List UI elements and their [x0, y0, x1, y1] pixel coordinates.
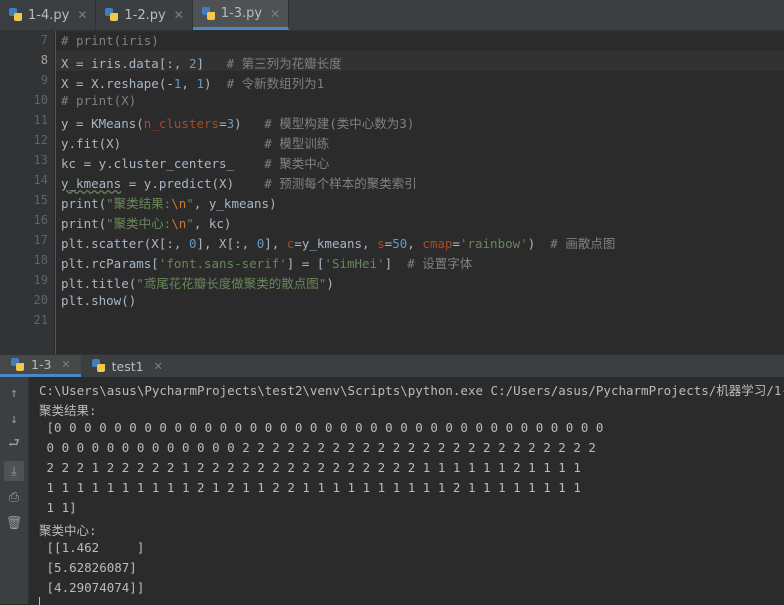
console-line: [5.62826087]: [39, 560, 137, 575]
line-number: 7: [40, 33, 48, 47]
line-number: 20: [33, 293, 48, 307]
console-line: [0 0 0 0 0 0 0 0 0 0 0 0 0 0 0 0 0 0 0 0…: [39, 420, 604, 435]
run-tab-1-3[interactable]: 1-3 ✕: [0, 355, 81, 377]
console-line: 聚类中心:: [39, 523, 97, 538]
line-number: 9: [40, 73, 48, 87]
run-tab-label: test1: [111, 358, 144, 374]
code-line[interactable]: kc = y.cluster_centers_ # 聚类中心: [61, 153, 329, 172]
code-line[interactable]: y.fit(X) # 模型训练: [61, 133, 329, 152]
code-line[interactable]: X = iris.data[:, 2] # 第三列为花瓣长度: [61, 53, 342, 72]
code-line[interactable]: print("聚类中心:\n", kc): [61, 213, 231, 232]
close-icon[interactable]: ✕: [154, 360, 163, 373]
run-side-toolbar: ↑ ↓ ⮐ ⤓ ⎙ 🗑: [0, 377, 29, 604]
line-number: 21: [33, 313, 48, 327]
editor-tab-bar: 1-4.py ✕ 1-2.py ✕ 1-3.py ✕: [0, 0, 784, 31]
console-line: 1 1]: [39, 500, 77, 515]
line-number: 19: [33, 273, 48, 287]
line-number: 13: [33, 153, 48, 167]
console-line: 聚类结果:: [39, 403, 97, 418]
code-line[interactable]: plt.show(): [61, 293, 136, 308]
line-number: 17: [33, 233, 48, 247]
line-number: 18: [33, 253, 48, 267]
code-line[interactable]: y_kmeans = y.predict(X) # 预测每个样本的聚类索引: [61, 173, 417, 192]
arrow-up-icon[interactable]: ↑: [4, 383, 24, 403]
close-icon[interactable]: ✕: [174, 8, 184, 22]
gutter-divider: [55, 31, 56, 355]
code-line[interactable]: X = X.reshape(-1, 1) # 令新数组列为1: [61, 73, 324, 92]
code-line[interactable]: plt.rcParams['font.sans-serif'] = ['SimH…: [61, 253, 472, 272]
close-icon[interactable]: ✕: [77, 8, 87, 22]
code-line[interactable]: y = KMeans(n_clusters=3) # 模型构建(类中心数为3): [61, 113, 414, 132]
console-line: C:\Users\asus\PycharmProjects\test2\venv…: [39, 383, 784, 398]
code-line[interactable]: plt.title("鸢尾花花瓣长度做聚类的散点图"): [61, 273, 334, 292]
trash-icon[interactable]: 🗑: [4, 513, 24, 533]
code-line[interactable]: # print(X): [61, 93, 136, 108]
python-file-icon: [8, 7, 24, 23]
arrow-down-icon[interactable]: ↓: [4, 409, 24, 429]
tab-label: 1-3.py: [220, 6, 263, 21]
line-number: 8: [40, 53, 48, 67]
close-icon[interactable]: ✕: [61, 358, 70, 371]
run-tab-label: 1-3: [31, 357, 52, 372]
run-console[interactable]: C:\Users\asus\PycharmProjects\test2\venv…: [29, 377, 784, 605]
run-tab-test1[interactable]: test1 ✕: [81, 355, 173, 377]
line-number: 10: [33, 93, 48, 107]
python-run-icon: [10, 357, 26, 373]
run-tab-bar: 1-3 ✕ test1 ✕: [0, 354, 784, 377]
tab-label: 1-2.py: [124, 7, 166, 23]
tab-label: 1-4.py: [28, 7, 70, 23]
console-line: 1 1 1 1 1 1 1 1 1 1 2 1 2 1 1 2 2 1 1 1 …: [39, 480, 581, 495]
python-file-icon: [201, 6, 217, 22]
code-editor[interactable]: 7 8 9 10 11 12 13 14 15 16 17 18 19 20 2…: [0, 31, 784, 355]
line-number: 11: [33, 113, 48, 127]
console-line: 2 2 2 1 2 2 2 2 2 1 2 2 2 2 2 2 2 2 2 2 …: [39, 460, 581, 475]
code-line[interactable]: print("聚类结果:\n", y_kmeans): [61, 193, 277, 212]
tab-1-3-py[interactable]: 1-3.py ✕: [192, 0, 290, 30]
scroll-to-end-icon[interactable]: ⤓: [4, 461, 24, 481]
line-number: 15: [33, 193, 48, 207]
line-number: 16: [33, 213, 48, 227]
python-file-icon: [104, 7, 120, 23]
code-line[interactable]: plt.scatter(X[:, 0], X[:, 0], c=y_kmeans…: [61, 233, 615, 252]
tab-1-2-py[interactable]: 1-2.py ✕: [96, 0, 193, 30]
code-line[interactable]: # print(iris): [61, 33, 159, 48]
line-number: 14: [33, 173, 48, 187]
console-line: [4.29074074]]: [39, 580, 145, 595]
python-run-icon: [91, 358, 107, 374]
close-icon[interactable]: ✕: [270, 7, 280, 21]
console-line: 0 0 0 0 0 0 0 0 0 0 0 0 0 2 2 2 2 2 2 2 …: [39, 440, 596, 455]
console-line: [[1.462 ]: [39, 540, 145, 555]
soft-wrap-icon[interactable]: ⮐: [4, 435, 24, 455]
tab-1-4-py[interactable]: 1-4.py ✕: [0, 0, 97, 30]
line-number: 12: [33, 133, 48, 147]
print-icon[interactable]: ⎙: [4, 487, 24, 507]
